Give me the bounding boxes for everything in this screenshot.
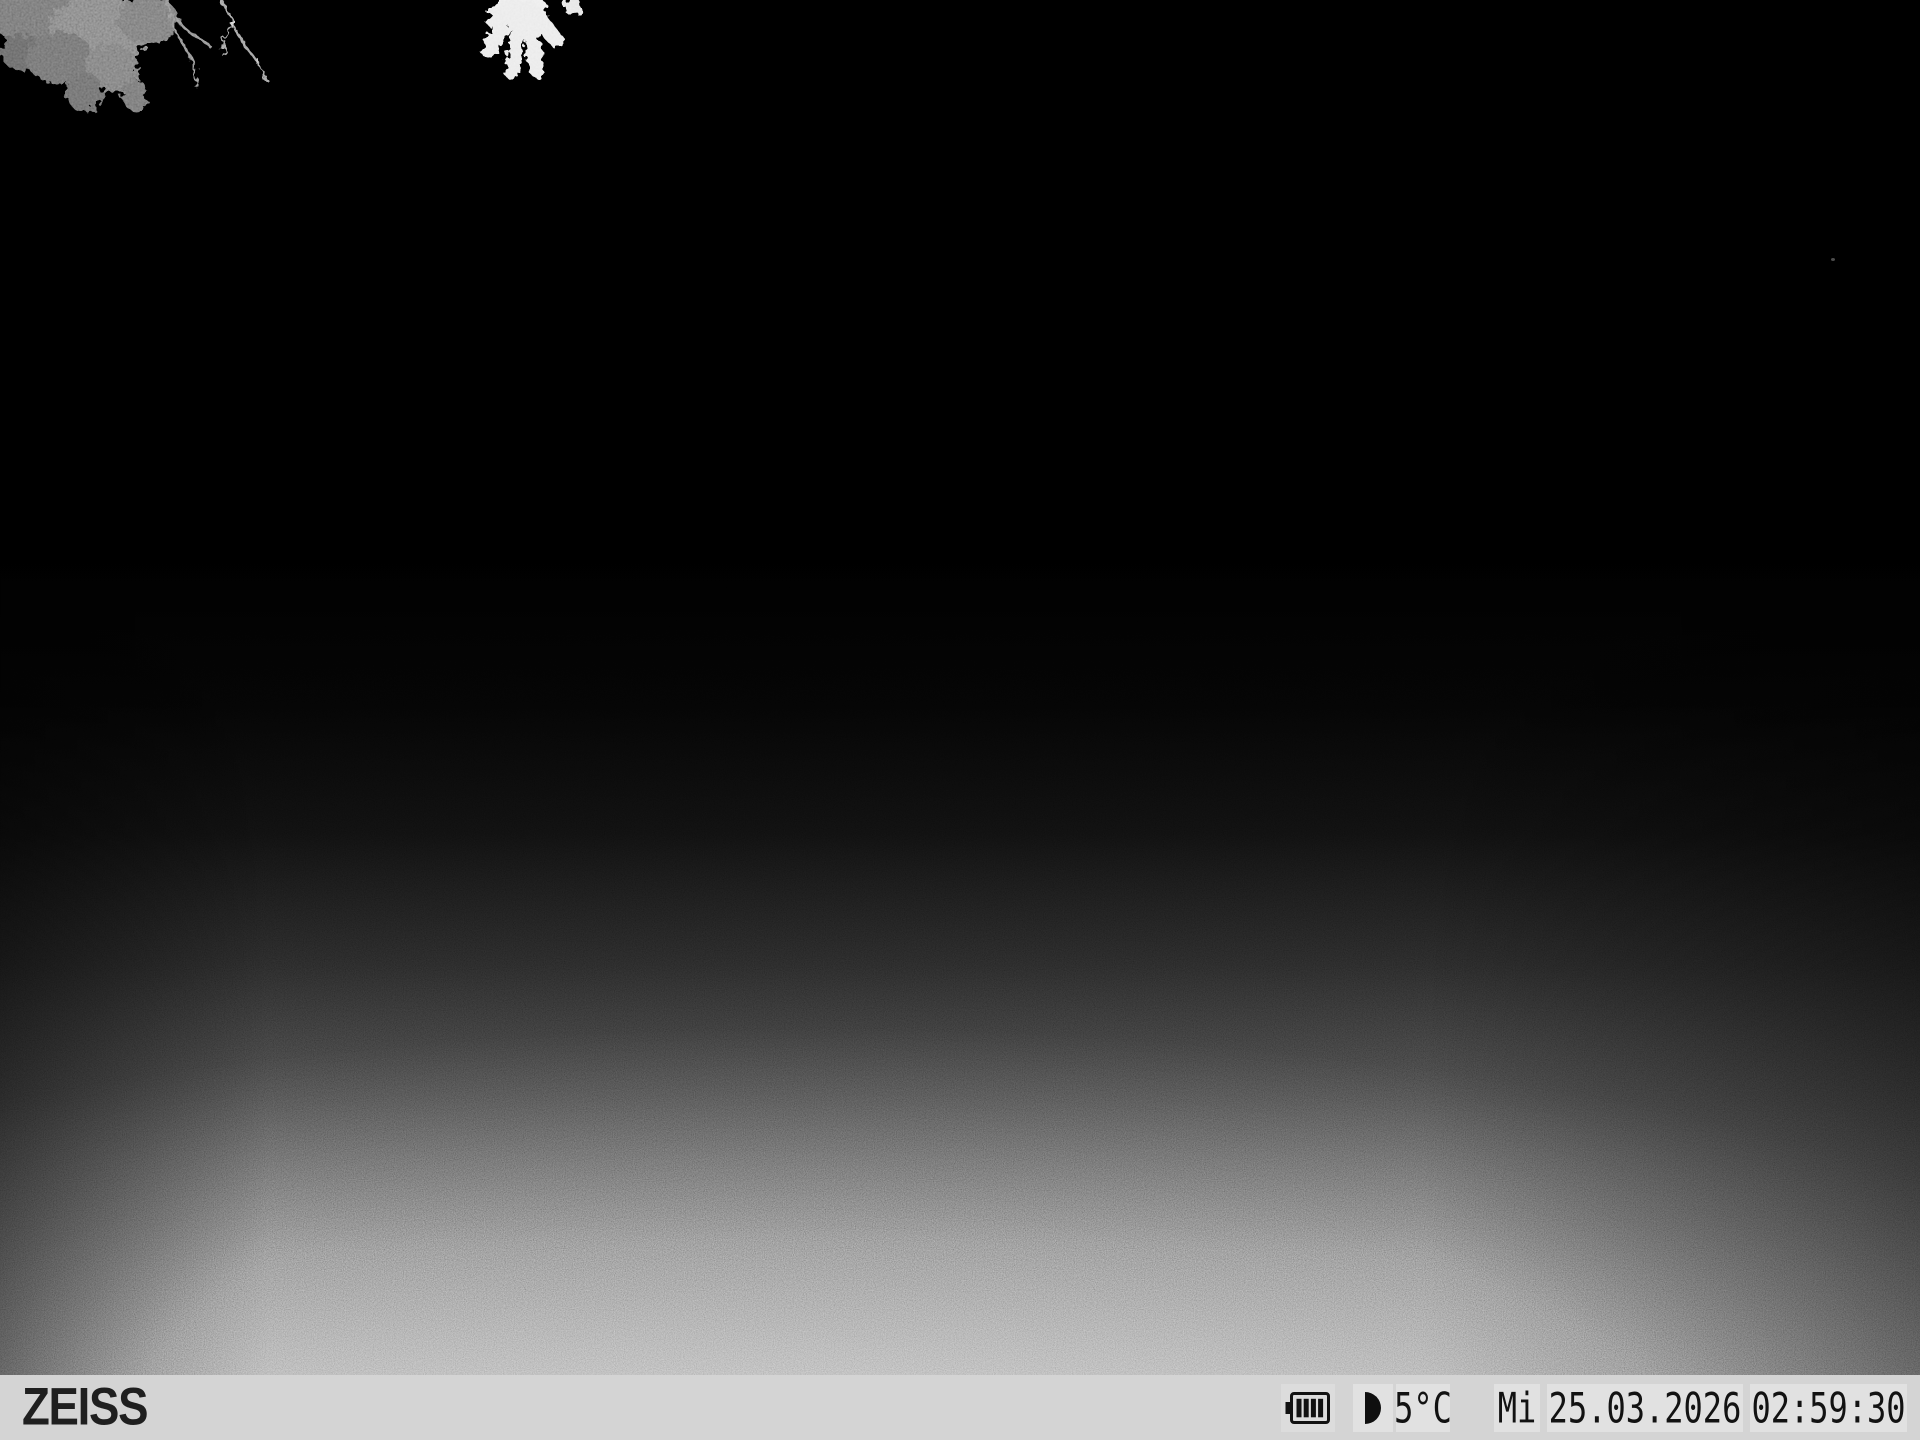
date-value: 25.03.2026 bbox=[1549, 1382, 1742, 1432]
temperature-cell: 5°C bbox=[1396, 1384, 1450, 1432]
time-value: 02:59:30 bbox=[1751, 1382, 1905, 1432]
date-cell: 25.03.2026 bbox=[1547, 1384, 1743, 1432]
weekday-label: Mi bbox=[1498, 1382, 1537, 1432]
moon-phase-icon bbox=[1365, 1392, 1381, 1424]
battery-cell bbox=[1281, 1384, 1335, 1432]
time-cell: 02:59:30 bbox=[1750, 1384, 1907, 1432]
foliage-silhouette bbox=[0, 0, 660, 160]
trail-camera-photo: ZEISS 5°C Mi 25.03.2026 02:59:30 bbox=[0, 0, 1920, 1440]
ir-lit-ground bbox=[0, 555, 1920, 1375]
zeiss-logo: ZEISS bbox=[22, 1376, 147, 1437]
camera-status-bar: ZEISS 5°C Mi 25.03.2026 02:59:30 bbox=[0, 1375, 1920, 1440]
faint-speck bbox=[1831, 258, 1835, 261]
moon-cell bbox=[1353, 1384, 1393, 1432]
battery-full-icon bbox=[1285, 1391, 1331, 1425]
weekday-cell: Mi bbox=[1494, 1384, 1540, 1432]
temperature-value: 5°C bbox=[1394, 1382, 1452, 1432]
